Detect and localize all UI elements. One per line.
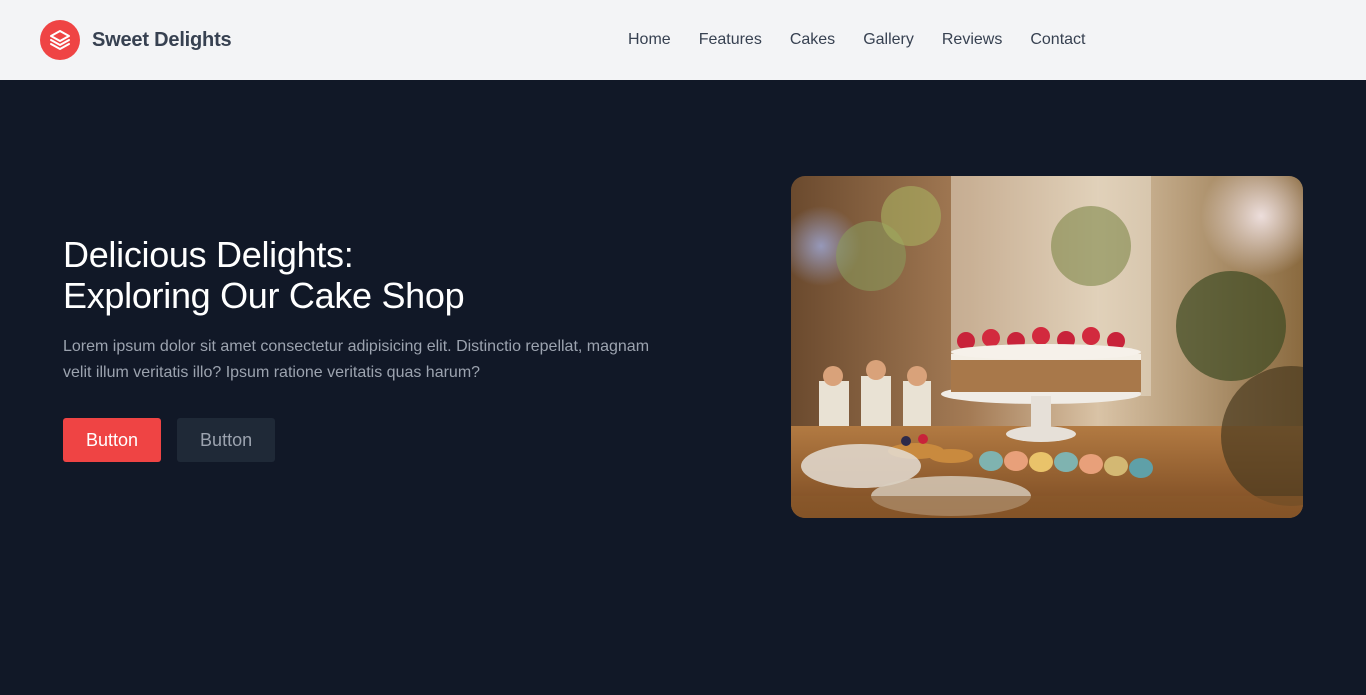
navbar: Sweet Delights Home Features Cakes Galle… [0, 0, 1366, 80]
main-nav: Home Features Cakes Gallery Reviews Cont… [628, 28, 1085, 52]
hero-title: Delicious Delights: Exploring Our Cake S… [63, 234, 683, 316]
primary-button[interactable]: Button [63, 418, 162, 462]
hero-content: Delicious Delights: Exploring Our Cake S… [63, 234, 683, 462]
nav-home[interactable]: Home [628, 31, 671, 49]
logo-badge [40, 20, 80, 60]
layers-icon [50, 30, 70, 50]
hero-title-line2: Exploring Our Cake Shop [63, 275, 465, 316]
hero-cake-image [791, 176, 1303, 518]
nav-reviews[interactable]: Reviews [942, 31, 1002, 49]
hero-buttons: Button Button [63, 418, 683, 462]
hero-title-line1: Delicious Delights: [63, 234, 354, 275]
nav-cakes[interactable]: Cakes [790, 31, 835, 49]
secondary-button[interactable]: Button [177, 418, 276, 462]
brand[interactable]: Sweet Delights [40, 20, 232, 60]
nav-gallery[interactable]: Gallery [863, 31, 914, 49]
brand-name: Sweet Delights [92, 28, 232, 51]
nav-contact[interactable]: Contact [1030, 31, 1085, 49]
nav-features[interactable]: Features [699, 31, 762, 49]
hero-description: Lorem ipsum dolor sit amet consectetur a… [63, 338, 650, 381]
